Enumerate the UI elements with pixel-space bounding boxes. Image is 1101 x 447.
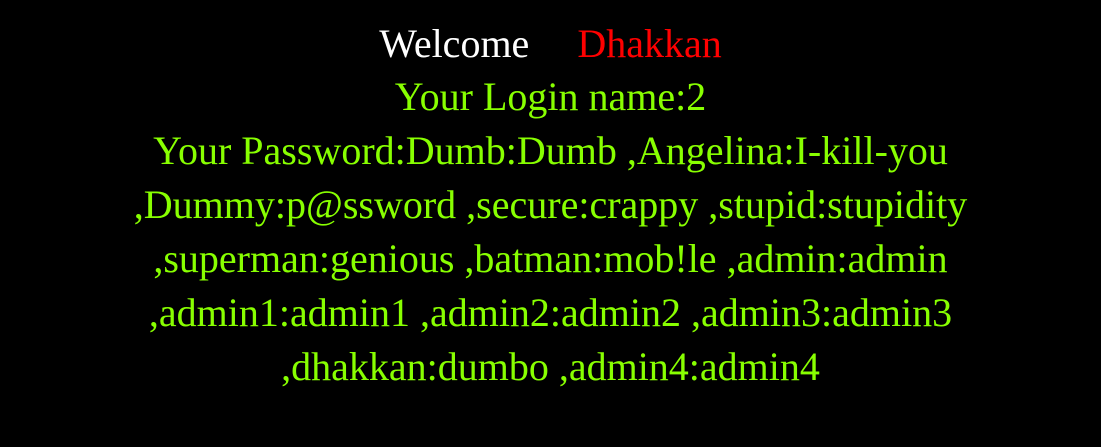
- result-page: Welcome Dhakkan Your Login name:2 Your Pa…: [0, 0, 1101, 447]
- password-block: Your Password:Dumb:Dumb ,Angelina:I-kill…: [21, 124, 1081, 394]
- login-name-line: Your Login name:2: [0, 70, 1101, 124]
- password-line-3: ,superman:genious ,batman:mob!le ,admin:…: [153, 236, 948, 281]
- password-value-1: Dumb:Dumb ,Angelina:I-kill-you: [405, 128, 948, 173]
- password-line-5: ,dhakkan:dumbo ,admin4:admin4: [281, 344, 820, 389]
- welcome-label: Welcome: [379, 21, 530, 66]
- password-line-1: Your Password:Dumb:Dumb ,Angelina:I-kill…: [21, 124, 1081, 178]
- login-name-value: 2: [686, 74, 707, 119]
- login-name-label: Your Login name:: [394, 74, 687, 119]
- user-name: Dhakkan: [577, 21, 722, 66]
- password-line-2: ,Dummy:p@ssword ,secure:crappy ,stupid:s…: [133, 182, 968, 227]
- password-line-4: ,admin1:admin1 ,admin2:admin2 ,admin3:ad…: [148, 290, 953, 335]
- welcome-line: Welcome Dhakkan: [0, 18, 1101, 70]
- password-label: Your Password:: [153, 128, 406, 173]
